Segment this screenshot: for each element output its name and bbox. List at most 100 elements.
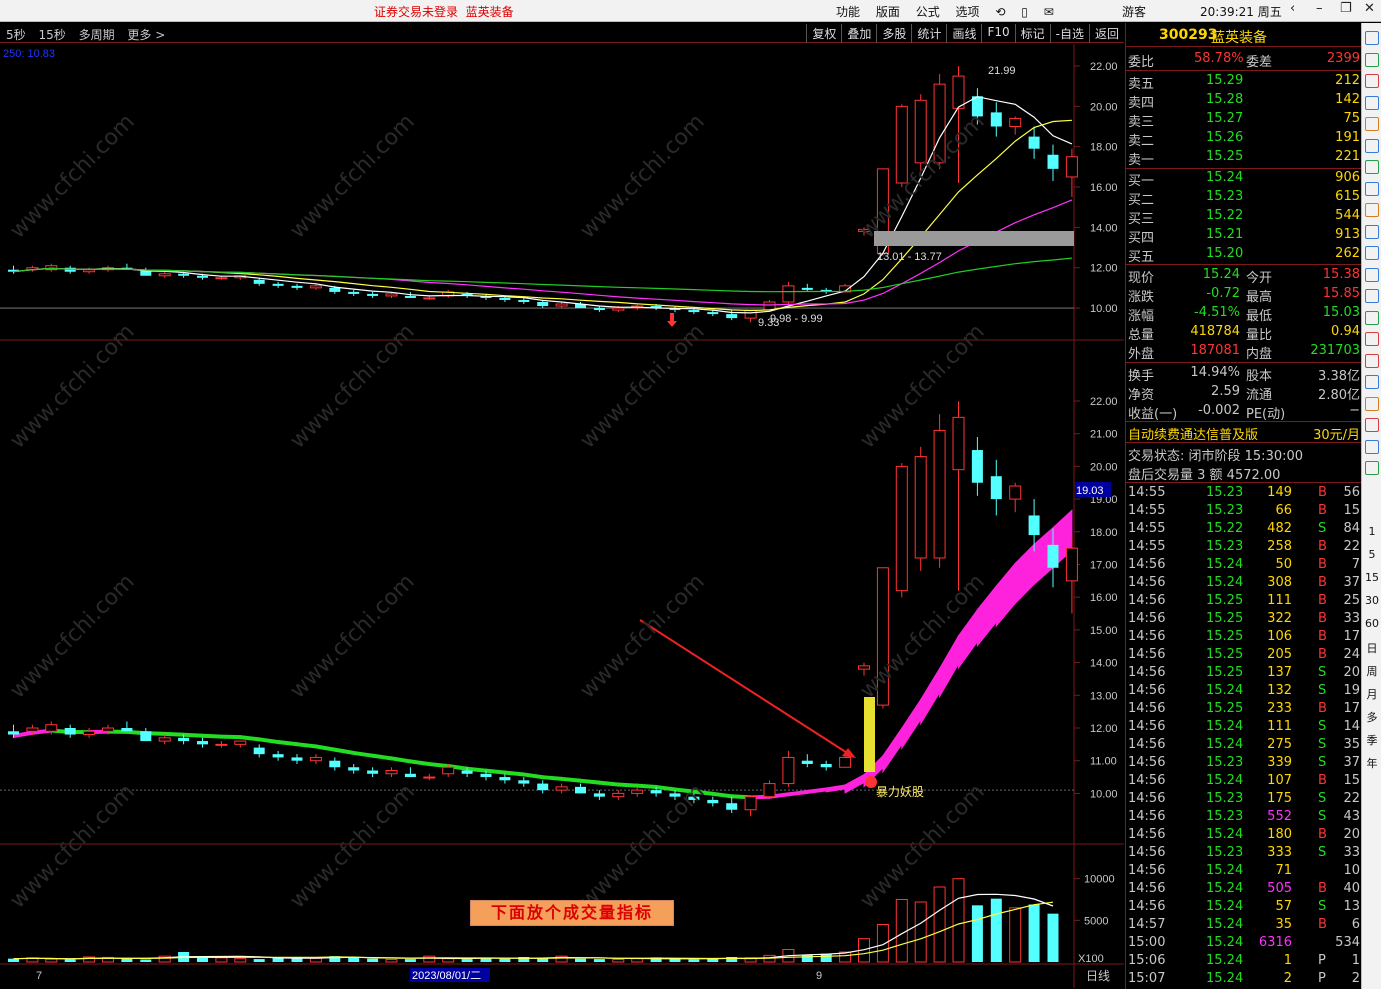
top-candle[interactable]	[404, 295, 416, 298]
volume-bar[interactable]	[309, 957, 322, 963]
btn-overlay[interactable]: 叠加	[841, 24, 876, 43]
trade-row[interactable]: 14:56 15.24 107 B 15	[1128, 772, 1360, 790]
top-candle[interactable]	[1047, 154, 1059, 169]
top-candle[interactable]	[612, 307, 625, 311]
back-icon[interactable]: ‹	[1290, 1, 1295, 16]
trade-row[interactable]: 14:55 15.23 258 B 22	[1128, 538, 1360, 556]
mid-candle[interactable]	[650, 790, 662, 794]
tool-icon[interactable]	[1365, 418, 1379, 432]
volume-bar[interactable]	[669, 959, 681, 962]
mid-candle[interactable]	[272, 754, 284, 758]
tool-icon[interactable]	[1365, 375, 1379, 389]
top-candle[interactable]	[990, 112, 1002, 127]
volume-bar[interactable]	[253, 959, 265, 962]
top-candle[interactable]	[178, 273, 190, 276]
volume-bar[interactable]	[442, 958, 455, 963]
tool-icon[interactable]	[1365, 117, 1379, 131]
login-warning[interactable]: 证券交易未登录 蓝英装备	[374, 3, 514, 20]
trade-row[interactable]: 14:56 15.24 308 B 37	[1128, 574, 1360, 592]
mid-candle[interactable]	[102, 727, 114, 732]
top-candle[interactable]	[291, 285, 303, 288]
trade-row[interactable]: 14:55 15.22 482 S 84	[1128, 520, 1360, 538]
guest-label[interactable]: 游客	[1122, 3, 1146, 20]
mid-candle[interactable]	[990, 476, 1002, 500]
tool-icon[interactable]	[1365, 31, 1379, 45]
volume-bar[interactable]	[952, 878, 965, 963]
trade-row[interactable]: 14:56 15.24 57 S 13	[1128, 898, 1360, 916]
mid-candle[interactable]	[158, 737, 171, 742]
period-shortcut[interactable]: 日	[1362, 640, 1381, 656]
period-shortcut[interactable]: 季	[1362, 732, 1381, 748]
period-15s[interactable]: 15秒	[38, 28, 65, 42]
menu-function[interactable]: 功能	[836, 5, 860, 19]
trade-row[interactable]: 14:56 15.24 50 B 7	[1128, 556, 1360, 574]
top-candle[interactable]	[1009, 117, 1022, 128]
tool-icon[interactable]	[1365, 439, 1379, 454]
period-5s[interactable]: 5秒	[6, 28, 26, 42]
mid-candle[interactable]	[404, 773, 416, 778]
trade-row[interactable]: 14:57 15.24 35 B 6	[1128, 916, 1360, 934]
mid-candle[interactable]	[348, 767, 360, 771]
tool-icon[interactable]	[1365, 353, 1379, 368]
tool-icon[interactable]	[1365, 310, 1379, 325]
top-candle[interactable]	[272, 283, 284, 286]
tool-icon[interactable]	[1365, 74, 1379, 88]
tool-icon[interactable]	[1365, 160, 1379, 174]
mid-candle[interactable]	[1047, 544, 1059, 568]
volume-bar[interactable]	[933, 886, 946, 963]
mid-candle[interactable]	[744, 796, 757, 811]
mid-candle[interactable]	[8, 731, 19, 735]
mid-candle[interactable]	[83, 730, 96, 736]
btn-return[interactable]: 返回	[1088, 24, 1124, 43]
volume-bar[interactable]	[914, 901, 927, 963]
mid-candle[interactable]	[952, 416, 965, 471]
trade-row[interactable]: 14:56 15.23 333 S 33	[1128, 844, 1360, 862]
trade-row[interactable]: 14:56 15.23 552 S 43	[1128, 808, 1360, 826]
mid-candle[interactable]	[839, 756, 852, 768]
mid-candle[interactable]	[309, 756, 322, 762]
volume-bar[interactable]	[499, 958, 511, 962]
top-candle[interactable]	[329, 287, 341, 292]
top-candle[interactable]	[555, 303, 568, 307]
trade-row[interactable]: 14:56 15.24 71 10	[1128, 862, 1360, 880]
mid-candle[interactable]	[442, 766, 455, 775]
period-shortcut[interactable]: 年	[1362, 755, 1381, 771]
volume-bar[interactable]	[1047, 913, 1059, 962]
mid-candle[interactable]	[1065, 547, 1078, 582]
btn-restore-rights[interactable]: 复权	[806, 24, 841, 43]
top-candle[interactable]	[309, 285, 322, 289]
tool-icon[interactable]	[1365, 332, 1379, 346]
mid-candle[interactable]	[726, 803, 738, 810]
period-shortcut[interactable]: 1	[1362, 525, 1381, 538]
period-shortcut[interactable]: 5	[1362, 548, 1381, 561]
tool-icon[interactable]	[1365, 461, 1379, 475]
volume-bar[interactable]	[801, 954, 813, 963]
period-label[interactable]: 日线	[1086, 969, 1110, 983]
volume-bar[interactable]	[1009, 907, 1022, 963]
mid-candle[interactable]	[933, 429, 946, 559]
mid-candle[interactable]	[291, 757, 303, 761]
volume-bar[interactable]	[215, 957, 228, 963]
mid-candle[interactable]	[555, 786, 568, 791]
top-candle[interactable]	[499, 297, 511, 300]
top-candle[interactable]	[593, 308, 605, 311]
multi-period[interactable]: 多周期	[79, 28, 115, 42]
stock-code[interactable]: 300293	[1159, 27, 1217, 43]
trade-row[interactable]: 15:06 15.24 1 P 1	[1128, 952, 1360, 970]
trade-row[interactable]: 14:56 15.25 205 B 24	[1128, 646, 1360, 664]
top-candle[interactable]	[707, 312, 719, 315]
minimize-icon[interactable]: –	[1316, 1, 1323, 16]
top-candle[interactable]	[367, 293, 379, 296]
phone-icon[interactable]: ▯	[1021, 5, 1028, 19]
top-candle[interactable]	[423, 297, 436, 300]
trade-row[interactable]: 14:56 15.25 322 B 33	[1128, 610, 1360, 628]
mid-candle[interactable]	[215, 743, 228, 746]
stock-name[interactable]: 蓝英装备	[1211, 27, 1267, 47]
period-shortcut[interactable]: 月	[1362, 686, 1381, 702]
more-menu[interactable]: 更多 >	[127, 28, 165, 42]
top-candle[interactable]	[914, 99, 927, 164]
mid-candle[interactable]	[631, 789, 644, 794]
period-shortcut[interactable]: 周	[1362, 663, 1381, 679]
top-candle[interactable]	[385, 293, 398, 297]
mid-candle[interactable]	[763, 783, 776, 798]
